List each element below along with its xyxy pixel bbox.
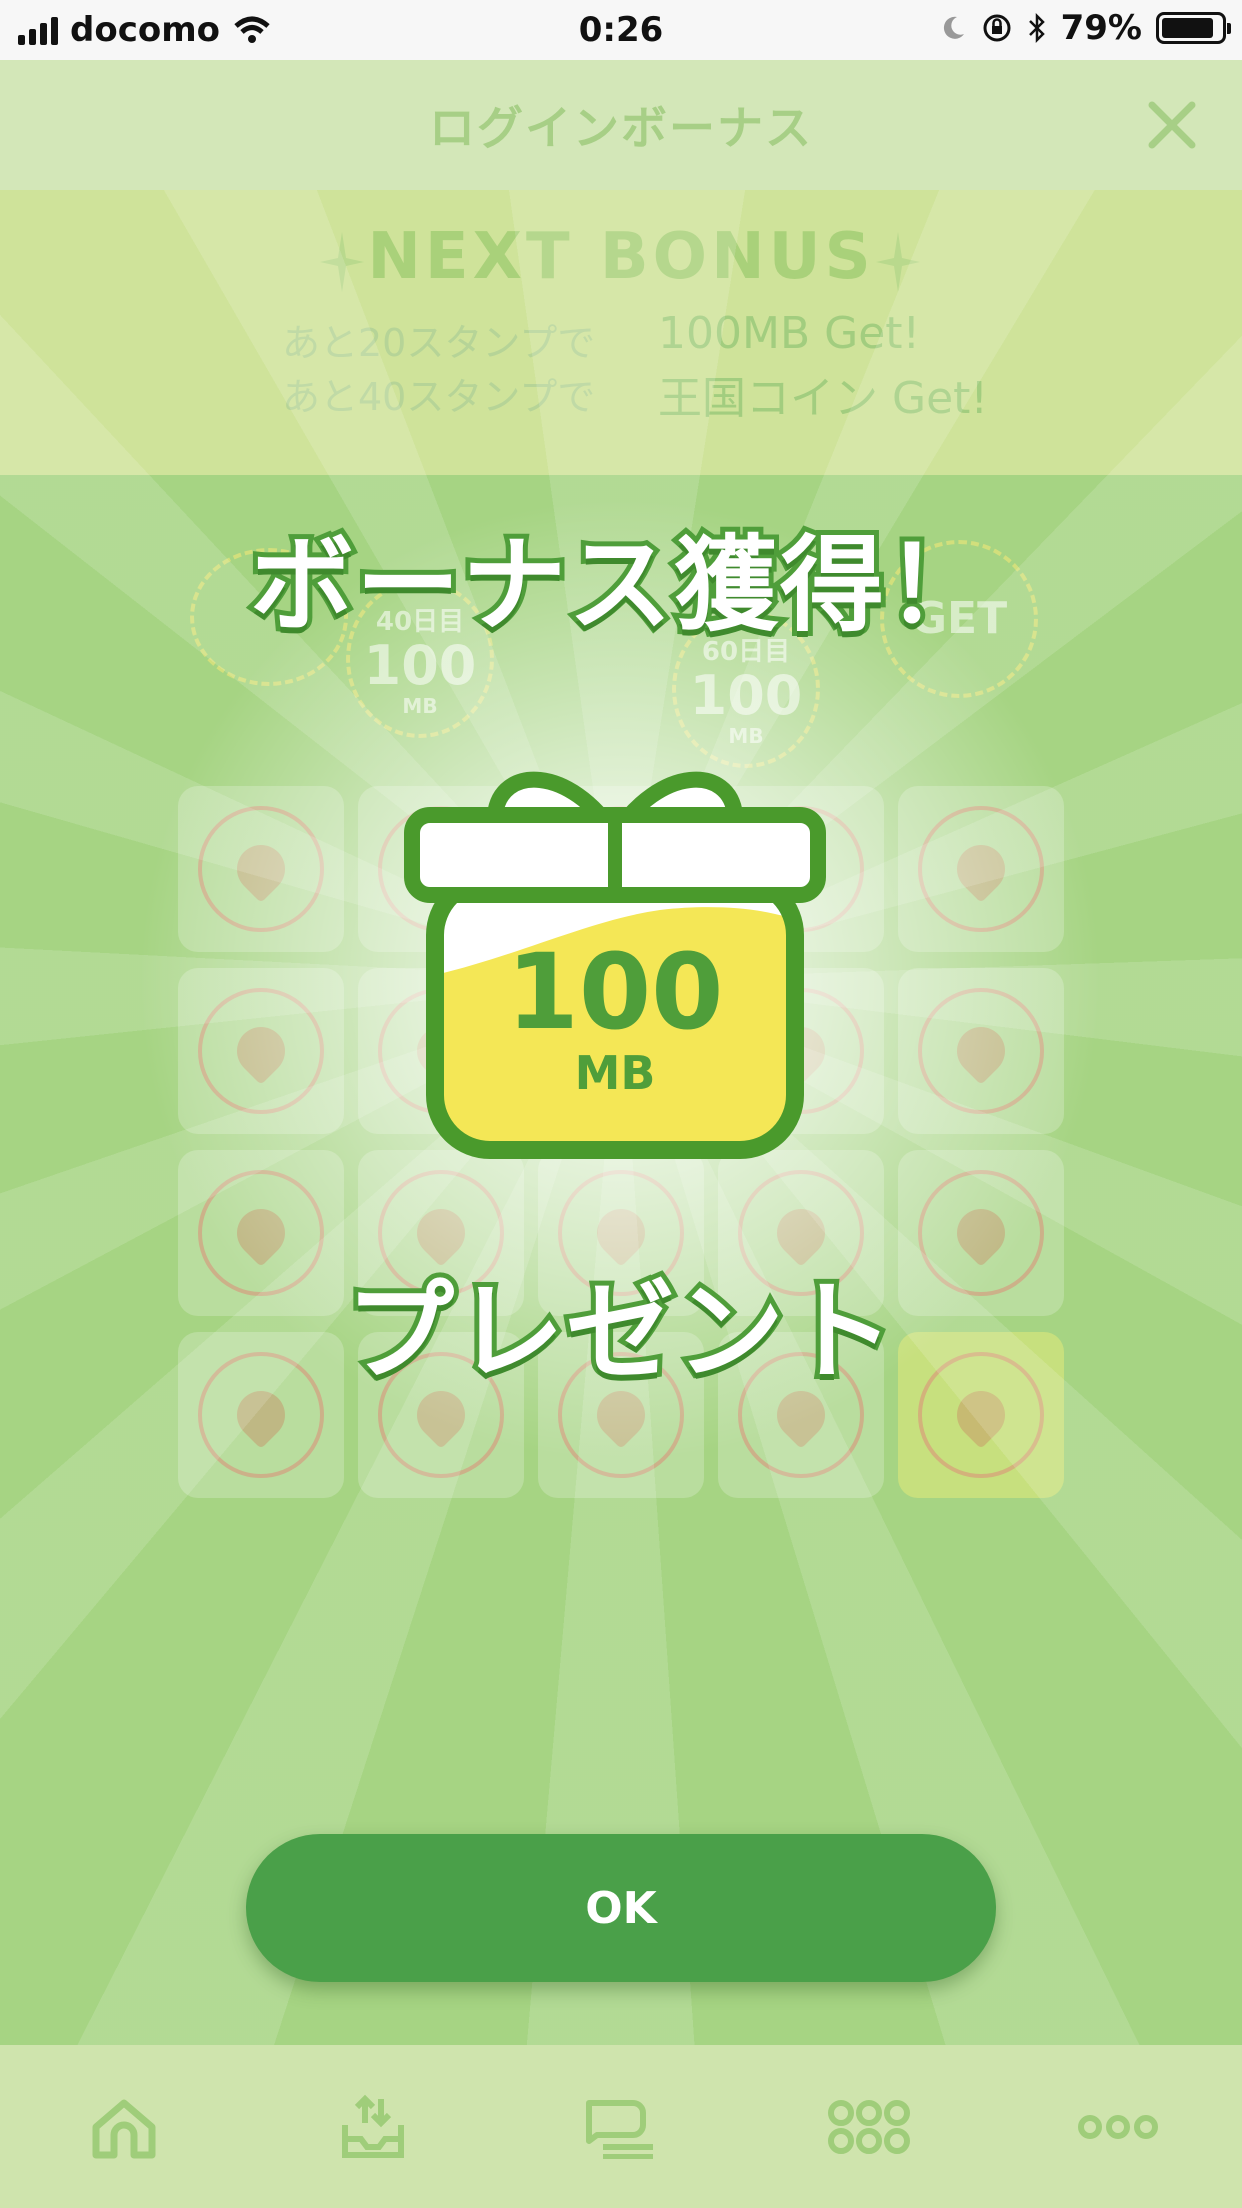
stamp-cell [898,968,1064,1134]
tab-data[interactable] [328,2082,418,2172]
stamp-cell [178,786,344,952]
tab-more[interactable] [1073,2082,1163,2172]
ok-button[interactable]: OK [246,1834,996,1982]
next-bonus-condition: あと20スタンプで [282,321,596,365]
popup-subtitle: プレゼント [341,1265,899,1400]
gift-unit: MB [574,1046,656,1100]
popup-headline: ボーナス獲得！ [245,519,995,651]
tab-apps[interactable] [824,2082,914,2172]
chat-list-icon [585,2099,653,2159]
next-bonus-reward: 王国コイン Get! [658,373,989,424]
app-header: ログインボーナス [0,60,1242,190]
progress-node-value: 100 [689,663,803,727]
gift-amount: 100 [506,931,724,1053]
sparkle-icon [320,232,364,292]
tab-home[interactable] [79,2082,169,2172]
stamp-cell [898,786,1064,952]
next-bonus-reward: 100MB Get! [658,308,921,359]
progress-node-unit: MB [728,723,764,748]
moon-icon [943,16,964,39]
gift-value: 100 MB [400,940,830,1100]
battery-percent: 79% [1060,8,1142,48]
tab-chat[interactable] [576,2082,666,2172]
apps-grid-icon [828,2099,911,2154]
status-bar: docomo 0:26 79% [0,0,1242,60]
sparkle-icon [876,232,920,292]
progress-node-unit: MB [402,693,438,718]
bluetooth-icon [1028,12,1045,44]
rotation-lock-icon [983,14,1011,42]
stamp-cell [178,968,344,1134]
next-bonus-panel: NEXT BONUS あと20スタンプで 100MB Get! あと40スタンプ… [0,190,1242,475]
tab-bar [0,2045,1242,2208]
download-tray-icon [341,2094,404,2158]
close-icon[interactable] [1142,95,1202,155]
next-bonus-title: NEXT BONUS [367,220,875,294]
next-bonus-condition: あと40スタンプで [282,375,596,419]
home-icon [92,2099,156,2158]
more-dots-icon [1077,2114,1158,2139]
battery-icon [1156,12,1231,44]
page-title: ログインボーナス [429,101,813,155]
